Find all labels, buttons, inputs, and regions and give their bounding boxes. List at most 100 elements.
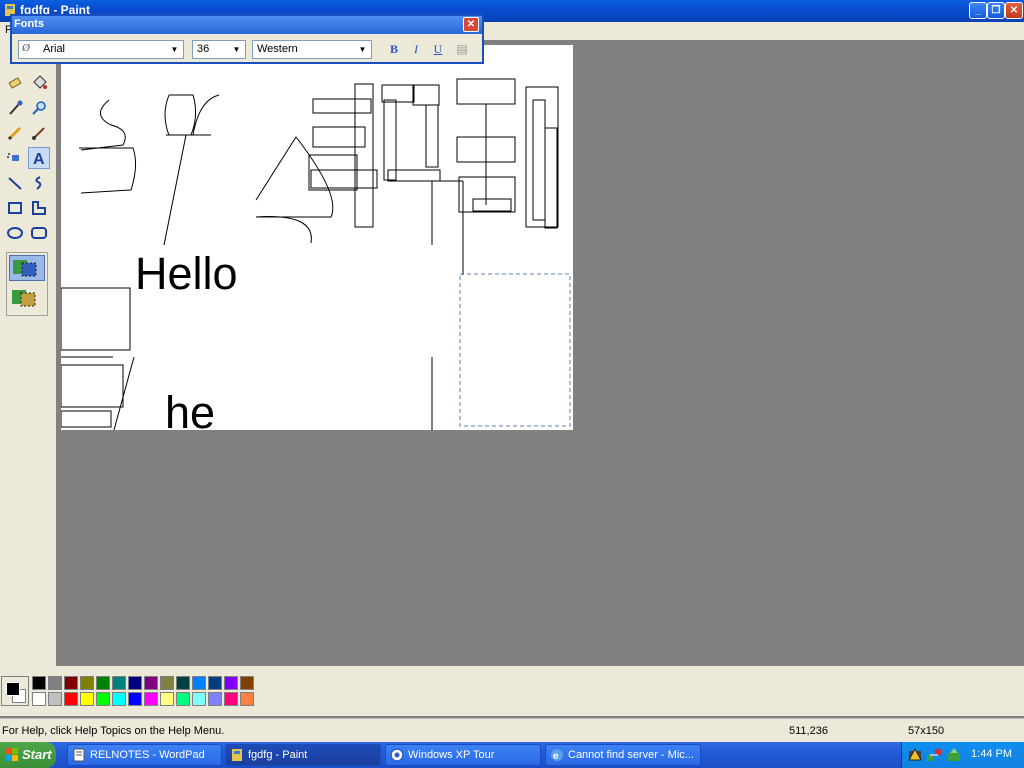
rounded-rectangle-tool[interactable] <box>28 222 50 244</box>
magnifier-icon <box>32 101 46 115</box>
taskbar-item-wordpad[interactable]: RELNOTES - WordPad <box>67 744 222 766</box>
airbrush-tool[interactable] <box>4 147 26 169</box>
curve-icon <box>35 176 42 190</box>
color-swatch[interactable] <box>160 692 174 706</box>
security-alert-icon[interactable] <box>908 748 922 762</box>
transparent-shapes-icon <box>12 290 36 307</box>
restore-button[interactable]: ❐ <box>987 2 1005 19</box>
color-swatch[interactable] <box>224 676 238 690</box>
line-icon <box>8 177 22 190</box>
color-swatch[interactable] <box>160 676 174 690</box>
fonts-toolbar: Fonts ✕ Ø Arial ▼ 36 ▼ Western ▼ B I U ▤ <box>10 14 484 64</box>
status-bar: For Help, click Help Topics on the Help … <box>0 718 1024 743</box>
fonts-close-button[interactable]: ✕ <box>463 17 479 32</box>
brush-tool[interactable] <box>28 122 50 144</box>
taskbar-item-paint[interactable]: fgdfg - Paint <box>225 744 381 766</box>
clock[interactable]: 1:44 PM <box>971 748 1012 760</box>
fonts-toolbar-caption[interactable]: Fonts ✕ <box>12 16 482 34</box>
eraser-tool[interactable] <box>4 72 26 94</box>
start-button[interactable]: Start <box>0 742 56 768</box>
font-name-value: Arial <box>43 43 66 55</box>
color-swatch[interactable] <box>96 692 110 706</box>
taskbar-item-browser[interactable]: e Cannot find server - Mic... <box>545 744 701 766</box>
color-swatch[interactable] <box>144 676 158 690</box>
canvas-drawing <box>61 78 571 430</box>
tool-box: A <box>0 40 56 666</box>
color-swatch[interactable] <box>64 692 78 706</box>
color-swatch[interactable] <box>240 692 254 706</box>
color-swatch[interactable] <box>176 676 190 690</box>
status-selection-size: 57x150 <box>908 725 945 737</box>
text-tool[interactable]: A <box>28 147 50 169</box>
color-swatch[interactable] <box>128 692 142 706</box>
color-swatch[interactable] <box>192 676 206 690</box>
color-swatch[interactable] <box>128 676 142 690</box>
internet-explorer-icon: e <box>551 749 563 762</box>
svg-text:A: A <box>33 151 45 168</box>
network-icon[interactable] <box>926 747 942 763</box>
ellipse-tool[interactable] <box>4 222 26 244</box>
color-swatch[interactable] <box>208 676 222 690</box>
ellipse-icon <box>7 227 23 239</box>
polygon-tool[interactable] <box>28 197 50 219</box>
taskbar: Start RELNOTES - WordPad fgdfg - Paint W… <box>0 742 1024 768</box>
minimize-button[interactable]: _ <box>969 2 987 19</box>
color-swatch[interactable] <box>224 692 238 706</box>
brush-icon <box>32 127 45 140</box>
pencil-icon <box>7 126 22 141</box>
color-swatch[interactable] <box>80 692 94 706</box>
color-swatch[interactable] <box>192 692 206 706</box>
color-swatch[interactable] <box>112 676 126 690</box>
color-picker-tool[interactable] <box>4 97 26 119</box>
system-tray: 1:44 PM <box>901 742 1024 768</box>
rectangle-tool[interactable] <box>4 197 26 219</box>
chevron-down-icon[interactable]: ▼ <box>229 42 244 57</box>
font-name-select[interactable]: Ø Arial ▼ <box>18 40 184 59</box>
pencil-tool[interactable] <box>4 122 26 144</box>
underline-button[interactable]: U <box>430 42 446 58</box>
taskbar-item-xp-tour[interactable]: Windows XP Tour <box>385 744 541 766</box>
color-swatch[interactable] <box>240 676 254 690</box>
airbrush-icon <box>7 153 19 161</box>
vertical-text-button[interactable]: ▤ <box>454 42 470 58</box>
drawing-canvas[interactable]: Hello he <box>61 45 573 430</box>
bold-button[interactable]: B <box>386 42 402 58</box>
color-swatch[interactable] <box>32 676 46 690</box>
fonts-toolbar-title: Fonts <box>14 18 44 30</box>
taskbar-item-label: fgdfg - Paint <box>248 749 308 761</box>
opaque-background-option[interactable] <box>9 255 45 281</box>
chevron-down-icon[interactable]: ▼ <box>167 42 182 57</box>
color-swatch[interactable] <box>144 692 158 706</box>
eyedropper-icon <box>9 100 23 115</box>
canvas-text-hello: Hello <box>135 248 238 299</box>
tool-options <box>6 252 48 316</box>
close-button[interactable]: ✕ <box>1005 2 1023 19</box>
status-cursor-position: 511,236 <box>789 725 828 737</box>
fill-tool[interactable] <box>28 72 50 94</box>
chevron-down-icon[interactable]: ▼ <box>355 42 370 57</box>
color-swatch[interactable] <box>48 692 62 706</box>
foreground-color-swatch <box>6 682 20 696</box>
font-script-select[interactable]: Western ▼ <box>252 40 372 59</box>
color-swatch[interactable] <box>32 692 46 706</box>
color-swatch[interactable] <box>208 692 222 706</box>
eraser-icon <box>8 77 22 89</box>
safely-remove-icon[interactable] <box>946 747 962 763</box>
color-swatch[interactable] <box>112 692 126 706</box>
opaque-shapes-icon <box>13 260 37 277</box>
taskbar-item-label: Windows XP Tour <box>408 749 495 761</box>
italic-button[interactable]: I <box>408 42 424 58</box>
current-colors[interactable] <box>1 676 29 706</box>
magnifier-tool[interactable] <box>28 97 50 119</box>
color-swatch[interactable] <box>176 692 190 706</box>
color-swatch[interactable] <box>48 676 62 690</box>
font-size-select[interactable]: 36 ▼ <box>192 40 246 59</box>
wordpad-icon <box>73 748 85 762</box>
color-swatch[interactable] <box>96 676 110 690</box>
line-tool[interactable] <box>4 172 26 194</box>
text-a-icon: A <box>33 151 45 168</box>
color-swatch[interactable] <box>64 676 78 690</box>
transparent-background-option[interactable] <box>9 286 45 312</box>
curve-tool[interactable] <box>28 172 50 194</box>
color-swatch[interactable] <box>80 676 94 690</box>
